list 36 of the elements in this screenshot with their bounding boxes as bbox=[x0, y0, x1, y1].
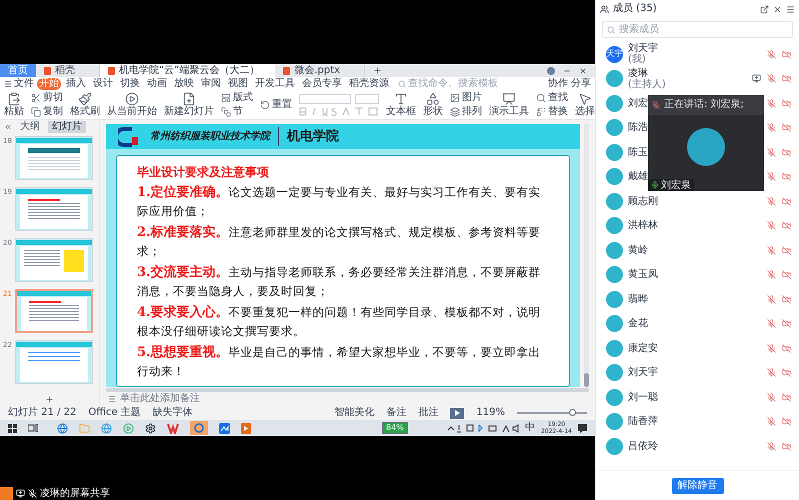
member-name: 黄玉凤 bbox=[628, 269, 658, 280]
member-role: (主持人) bbox=[628, 78, 666, 90]
member-name: 洪梓林 bbox=[628, 220, 658, 232]
member-role: (我) bbox=[628, 54, 647, 66]
member-name: 黄岭 bbox=[628, 244, 648, 256]
member-name: 陈浩 bbox=[628, 122, 648, 134]
member-name: 刘天宇 bbox=[628, 367, 658, 378]
member-name: 戴雄 bbox=[628, 171, 648, 182]
requirement-paragraph: 3.交流要主动。主动与指导老师联系，务必要经常关注群消息，不要屏蔽群消息，不要当隐身人，要及时回复； bbox=[137, 264, 542, 300]
requirement-paragraph: 5.思想要重视。毕业是自己的事情，希望大家想毕业，不要等，要立即拿出行动来！ bbox=[137, 344, 542, 380]
slide-title: 毕业设计要求及注意事项 bbox=[137, 164, 270, 181]
zoom-value: 119% bbox=[476, 407, 505, 419]
requirement-paragraph: 2.标准要落实。注意老师群里发的论文撰写格式、规定模板、参考资料等要求； bbox=[137, 224, 542, 260]
member-name: 康定安 bbox=[628, 342, 658, 354]
member-name: 刘宏 bbox=[628, 98, 648, 109]
member-name: 顾志刚 bbox=[628, 196, 658, 207]
avatar: 天宇 bbox=[606, 46, 623, 63]
member-name: 凌琳 bbox=[628, 68, 648, 79]
battery-level: 84% bbox=[382, 422, 408, 434]
department-name: 机电学院 bbox=[278, 126, 339, 146]
member-name: 陆香萍 bbox=[628, 416, 658, 428]
panel-title: 成员 (35) bbox=[613, 3, 657, 15]
member-name: 陈玉 bbox=[628, 146, 648, 158]
speaking-caption: 正在讲话: 刘宏泉; bbox=[664, 99, 744, 111]
member-name: 刘天宇 bbox=[628, 43, 658, 54]
slide-counter: 幻灯片 21 / 22 bbox=[8, 407, 76, 419]
theme-name: Office 主题 bbox=[88, 407, 141, 419]
member-name: 金花 bbox=[628, 318, 648, 330]
requirement-paragraph: 4.要求要入心。不要重复犯一样的问题！有些同学目录、模板都不对，说明根本没仔细研读论文撰写要求。 bbox=[137, 304, 542, 340]
screen-share-label: 凌琳的屏幕共享 bbox=[40, 488, 110, 500]
requirement-paragraph: 1.定位要准确。论文选题一定要与专业有关、最好与实习工作有关、要有实际应用价值； bbox=[137, 184, 542, 220]
member-name: 翡晔 bbox=[628, 294, 648, 305]
member-name: 吕依玲 bbox=[628, 440, 658, 452]
member-name: 刘一聪 bbox=[628, 392, 658, 403]
speaker-label: 刘宏泉 bbox=[648, 179, 694, 191]
school-name: 常州纺织服装职业技术学院 bbox=[150, 130, 270, 144]
